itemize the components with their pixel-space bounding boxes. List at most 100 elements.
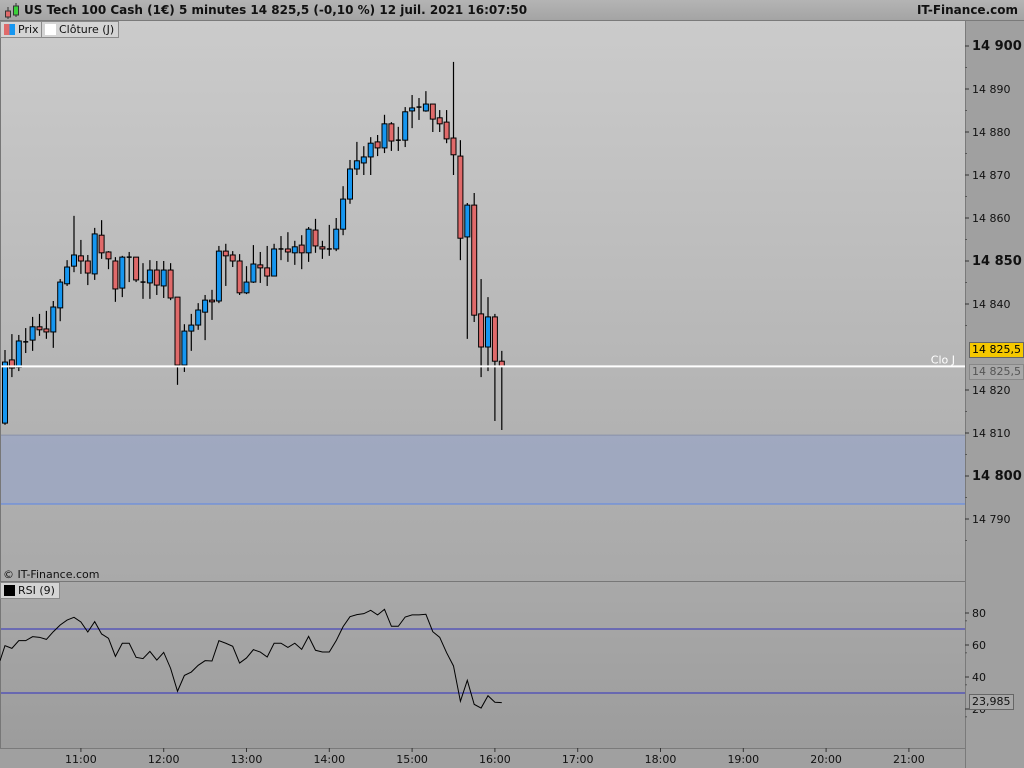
candle-up bbox=[215, 250, 222, 302]
candle-down bbox=[374, 141, 381, 149]
price-tick-label: 14 900 bbox=[972, 39, 1022, 54]
time-tick-label: 17:00 bbox=[562, 753, 594, 766]
candle-down bbox=[174, 296, 181, 366]
candle-down bbox=[105, 251, 112, 260]
candle-up bbox=[202, 299, 209, 313]
candle-down bbox=[209, 299, 215, 303]
candle-up bbox=[29, 326, 36, 341]
rsi-tick-label: 80 bbox=[972, 607, 986, 620]
candle-up bbox=[333, 228, 340, 250]
candle-down bbox=[264, 267, 271, 277]
time-tick-label: 13:00 bbox=[231, 753, 263, 766]
legend-rsi-label: RSI (9) bbox=[18, 584, 55, 597]
close-j-line-label: Clo J bbox=[931, 353, 955, 366]
candle-down bbox=[284, 248, 291, 253]
candle-up bbox=[15, 340, 22, 368]
candle-up bbox=[464, 204, 471, 238]
time-tick-label: 18:00 bbox=[645, 753, 677, 766]
price-tick-label: 14 890 bbox=[972, 83, 1011, 96]
candle-up bbox=[160, 269, 167, 287]
close-swatch-icon bbox=[45, 24, 56, 35]
time-tick-label: 12:00 bbox=[148, 753, 180, 766]
time-tick-label: 14:00 bbox=[313, 753, 345, 766]
candle-down bbox=[471, 204, 478, 316]
candle-up bbox=[271, 248, 278, 277]
candle-up bbox=[485, 316, 491, 348]
candle-down bbox=[443, 121, 450, 140]
candle-down bbox=[429, 103, 436, 120]
candle-up bbox=[243, 281, 250, 294]
candle-down bbox=[98, 234, 105, 254]
candle-up bbox=[181, 330, 188, 366]
candle-down bbox=[153, 269, 160, 286]
candle-down bbox=[388, 123, 395, 142]
candle-down bbox=[319, 246, 326, 250]
chart-canvas: 14 900 14 890 14 880 14 870 14 860 14 850 14 8… bbox=[0, 39, 1022, 766]
price-tick-label: 14 860 bbox=[972, 212, 1011, 225]
candle-down bbox=[312, 229, 319, 247]
candle-up bbox=[340, 198, 347, 230]
candle-up bbox=[2, 361, 8, 424]
rsi-tick-label: 60 bbox=[972, 639, 986, 652]
price-tick-label: 14 850 bbox=[972, 254, 1022, 269]
time-tick-label: 21:00 bbox=[893, 753, 925, 766]
price-tick-label: 14 810 bbox=[972, 427, 1011, 440]
candle-down bbox=[257, 264, 264, 269]
candle-down bbox=[298, 244, 305, 254]
candle-up bbox=[50, 306, 57, 333]
price-tick-label: 14 880 bbox=[972, 126, 1011, 139]
candle-down bbox=[84, 260, 91, 274]
candle-up bbox=[64, 266, 71, 285]
price-tick-label: 14 800 bbox=[972, 469, 1022, 484]
close-j-tag: 14 825,5 bbox=[969, 364, 1024, 380]
time-tick-label: 20:00 bbox=[810, 753, 842, 766]
time-tick-label: 16:00 bbox=[479, 753, 511, 766]
candle-down bbox=[36, 326, 43, 331]
candle-down bbox=[43, 328, 50, 333]
candle-up bbox=[402, 111, 409, 141]
price-tick-label: 14 870 bbox=[972, 169, 1011, 182]
candle-down bbox=[491, 316, 498, 362]
legend-price[interactable]: Prix bbox=[0, 21, 44, 38]
rsi-last-tag: 23,985 bbox=[969, 694, 1014, 710]
legend-close[interactable]: Clôture (J) bbox=[41, 21, 120, 38]
candle-up bbox=[353, 160, 360, 170]
price-tick-label: 14 790 bbox=[972, 513, 1011, 526]
candle-up bbox=[188, 324, 195, 332]
rsi-tick-label: 40 bbox=[972, 671, 986, 684]
legend-price-label: Prix bbox=[18, 23, 39, 36]
candle-up bbox=[367, 142, 374, 158]
candle-up bbox=[146, 269, 153, 284]
candle-up bbox=[250, 263, 257, 283]
legend-rsi[interactable]: RSI (9) bbox=[0, 582, 60, 599]
candle-up bbox=[291, 246, 298, 254]
candle-up bbox=[422, 103, 429, 112]
last-price-tag: 14 825,5 bbox=[969, 342, 1024, 358]
candle-down bbox=[457, 155, 464, 239]
support-zone bbox=[1, 435, 965, 504]
candle-up bbox=[195, 309, 202, 326]
candle-up bbox=[347, 168, 353, 200]
candle-up bbox=[119, 256, 126, 289]
price-tick-label: 14 840 bbox=[972, 298, 1011, 311]
rsi-swatch-icon bbox=[4, 585, 15, 596]
candle-up bbox=[91, 233, 98, 275]
candle-down bbox=[112, 260, 119, 290]
copyright: © IT-Finance.com bbox=[3, 568, 100, 581]
candle-down bbox=[133, 256, 140, 281]
candle-up bbox=[381, 123, 388, 149]
time-tick-label: 11:00 bbox=[65, 753, 97, 766]
time-tick-label: 15:00 bbox=[396, 753, 428, 766]
time-tick-label: 19:00 bbox=[727, 753, 759, 766]
candle-down bbox=[167, 269, 174, 299]
candle-down bbox=[222, 250, 229, 257]
price-tick-label: 14 820 bbox=[972, 384, 1011, 397]
candle-down bbox=[229, 254, 236, 262]
candle-up bbox=[57, 281, 64, 309]
candle-up bbox=[409, 107, 416, 112]
candle-up bbox=[71, 254, 77, 267]
price-swatch-icon bbox=[4, 24, 15, 35]
legend-close-label: Clôture (J) bbox=[59, 23, 115, 36]
candle-down bbox=[436, 117, 443, 125]
candle-down bbox=[236, 260, 243, 294]
